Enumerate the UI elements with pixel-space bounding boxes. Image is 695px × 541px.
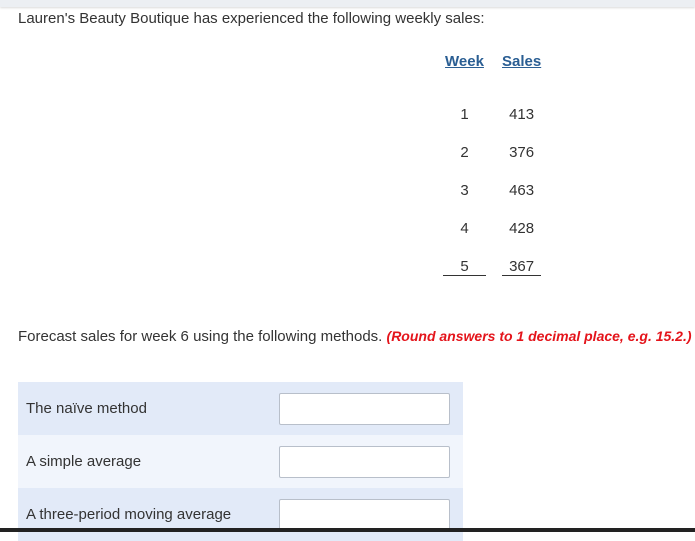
week-cell: 4 xyxy=(460,220,469,237)
table-row: 5 367 xyxy=(443,237,542,276)
naive-method-input[interactable] xyxy=(279,392,450,425)
sales-cell: 428 xyxy=(509,220,535,237)
problem-intro: Lauren's Beauty Boutique has experienced… xyxy=(18,10,485,27)
week-header: Week xyxy=(445,52,484,70)
moving-average-label: A three-period moving average xyxy=(26,506,232,523)
week-cell: 2 xyxy=(460,144,469,161)
table-header-row: Week Sales xyxy=(443,49,541,73)
sales-cell: 413 xyxy=(509,106,535,123)
instructions-text: Forecast sales for week 6 using the foll… xyxy=(18,328,383,345)
table-row: 3 463 xyxy=(443,161,541,199)
week-cell: 5 xyxy=(443,237,486,276)
sales-cell: 463 xyxy=(509,182,535,199)
answer-row-simple-average: A simple average xyxy=(18,435,463,488)
rounding-note: (Round answers to 1 decimal place, e.g. … xyxy=(386,328,692,344)
table-row: 1 413 xyxy=(443,73,541,123)
bottom-bar xyxy=(0,528,695,532)
sales-cell: 376 xyxy=(509,144,535,161)
answer-table: The naïve method A simple average A thre… xyxy=(18,382,463,541)
simple-average-input[interactable] xyxy=(279,445,450,478)
simple-average-label: A simple average xyxy=(26,453,142,470)
sales-header: Sales xyxy=(502,52,542,70)
answer-row-naive: The naïve method xyxy=(18,382,463,435)
table-row: 4 428 xyxy=(443,199,541,237)
instructions: Forecast sales for week 6 using the foll… xyxy=(18,328,692,345)
sales-cell: 367 xyxy=(502,237,542,276)
table-row: 2 376 xyxy=(443,123,541,161)
answer-row-moving-average: A three-period moving average xyxy=(18,488,463,541)
week-cell: 1 xyxy=(460,106,469,123)
moving-average-input[interactable] xyxy=(279,498,450,531)
week-cell: 3 xyxy=(460,182,469,199)
naive-method-label: The naïve method xyxy=(26,400,147,417)
top-bar xyxy=(0,0,695,7)
sales-table: Week Sales 1 413 2 376 3 463 4 428 5 367 xyxy=(427,49,557,276)
